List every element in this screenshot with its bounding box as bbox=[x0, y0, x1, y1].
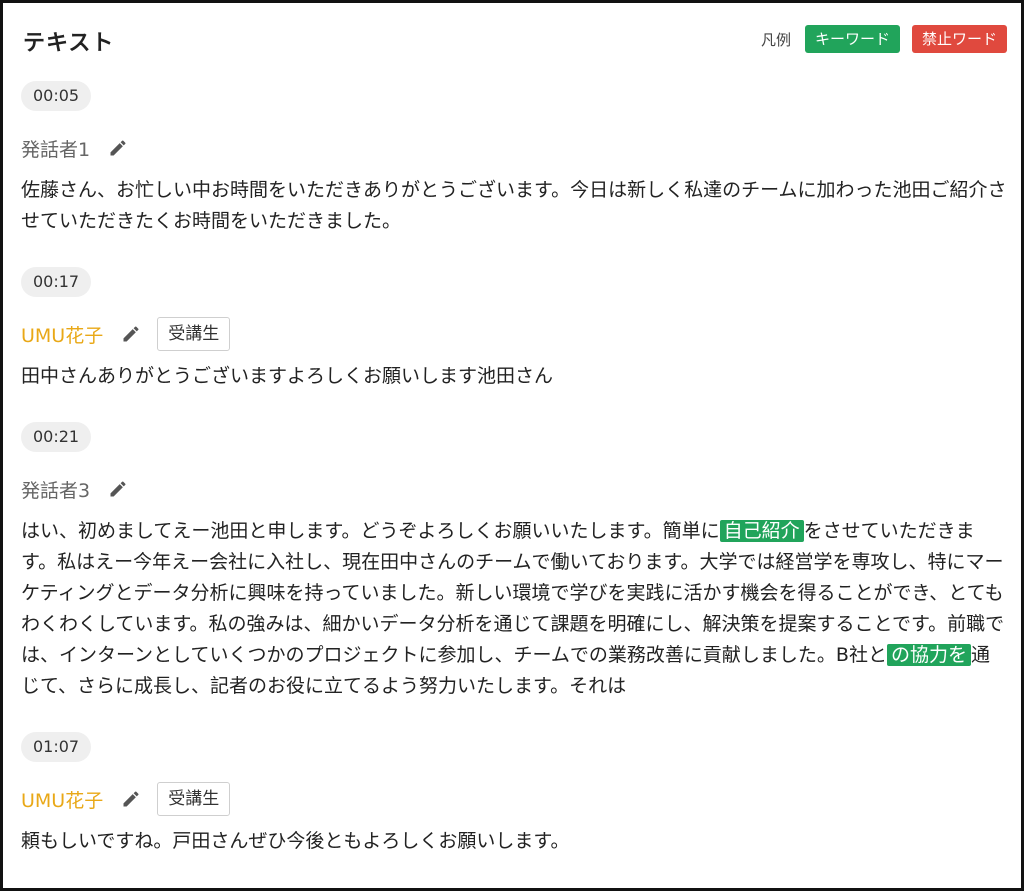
transcript-entry: 00:17 UMU花子 受講生 田中さんありがとうございますよろしくお願いします… bbox=[21, 267, 1007, 392]
speaker-name: 発話者1 bbox=[21, 138, 91, 161]
text-segment: はい、初めましてえー池田と申します。どうぞよろしくお願いいたします。簡単に bbox=[21, 520, 720, 542]
speaker-row: UMU花子 受講生 bbox=[21, 317, 1007, 351]
timestamp[interactable]: 00:21 bbox=[21, 422, 92, 452]
transcript-list: 00:05 発話者1 佐藤さん、お忙しい中お時間をいただきありがとうございます。… bbox=[21, 81, 1007, 887]
utterance-text: 頼もしいですね。戸田さんぜひ今後ともよろしくお願いします。 bbox=[21, 830, 570, 852]
speaker-row: 発話者3 bbox=[21, 472, 1007, 506]
pencil-icon[interactable] bbox=[121, 789, 141, 809]
role-badge: 受講生 bbox=[157, 317, 231, 351]
timestamp[interactable]: 01:07 bbox=[21, 732, 92, 762]
speaker-name: UMU花子 bbox=[21, 324, 104, 347]
pencil-icon[interactable] bbox=[108, 479, 128, 499]
legend-keyword-badge: キーワード bbox=[804, 25, 900, 53]
legend-label: 凡例 bbox=[760, 30, 791, 49]
utterance-text: はい、初めましてえー池田と申します。どうぞよろしくお願いいたします。簡単に 自己紹… bbox=[21, 516, 1007, 702]
timestamp[interactable]: 00:05 bbox=[21, 81, 92, 111]
transcript-entry: 00:21 発話者3 はい、初めましてえー池田と申します。どうぞよろしくお願いい… bbox=[21, 422, 1007, 702]
transcript-panel: テキスト 凡例 キーワード 禁止ワード 00:05 発話者1 佐藤さん、お忙しい… bbox=[0, 0, 1024, 891]
utterance-text: 佐藤さん、お忙しい中お時間をいただきありがとうございます。今日は新しく私達のチー… bbox=[21, 179, 1007, 232]
transcript-entry: 00:05 発話者1 佐藤さん、お忙しい中お時間をいただきありがとうございます。… bbox=[21, 81, 1007, 237]
keyword-highlight: 自己紹介 bbox=[719, 520, 804, 542]
speaker-name: UMU花子 bbox=[21, 789, 104, 812]
speaker-name: 発話者3 bbox=[21, 479, 91, 502]
keyword-highlight: の協力を bbox=[886, 644, 971, 666]
transcript-entry: 01:07 UMU花子 受講生 頼もしいですね。戸田さんぜひ今後ともよろしくお願… bbox=[21, 732, 1007, 857]
panel-header: テキスト 凡例 キーワード 禁止ワード bbox=[23, 25, 1007, 56]
legend-banned-word-badge: 禁止ワード bbox=[911, 25, 1007, 53]
legend: 凡例 キーワード 禁止ワード bbox=[761, 25, 1007, 53]
pencil-icon[interactable] bbox=[121, 324, 141, 344]
timestamp[interactable]: 00:17 bbox=[21, 267, 92, 297]
role-badge: 受講生 bbox=[157, 782, 231, 816]
utterance-text: 田中さんありがとうございますよろしくお願いします池田さん bbox=[21, 365, 554, 387]
speaker-row: 発話者1 bbox=[21, 131, 1007, 165]
pencil-icon[interactable] bbox=[108, 138, 128, 158]
speaker-row: UMU花子 受講生 bbox=[21, 782, 1007, 816]
panel-title: テキスト bbox=[23, 31, 115, 56]
